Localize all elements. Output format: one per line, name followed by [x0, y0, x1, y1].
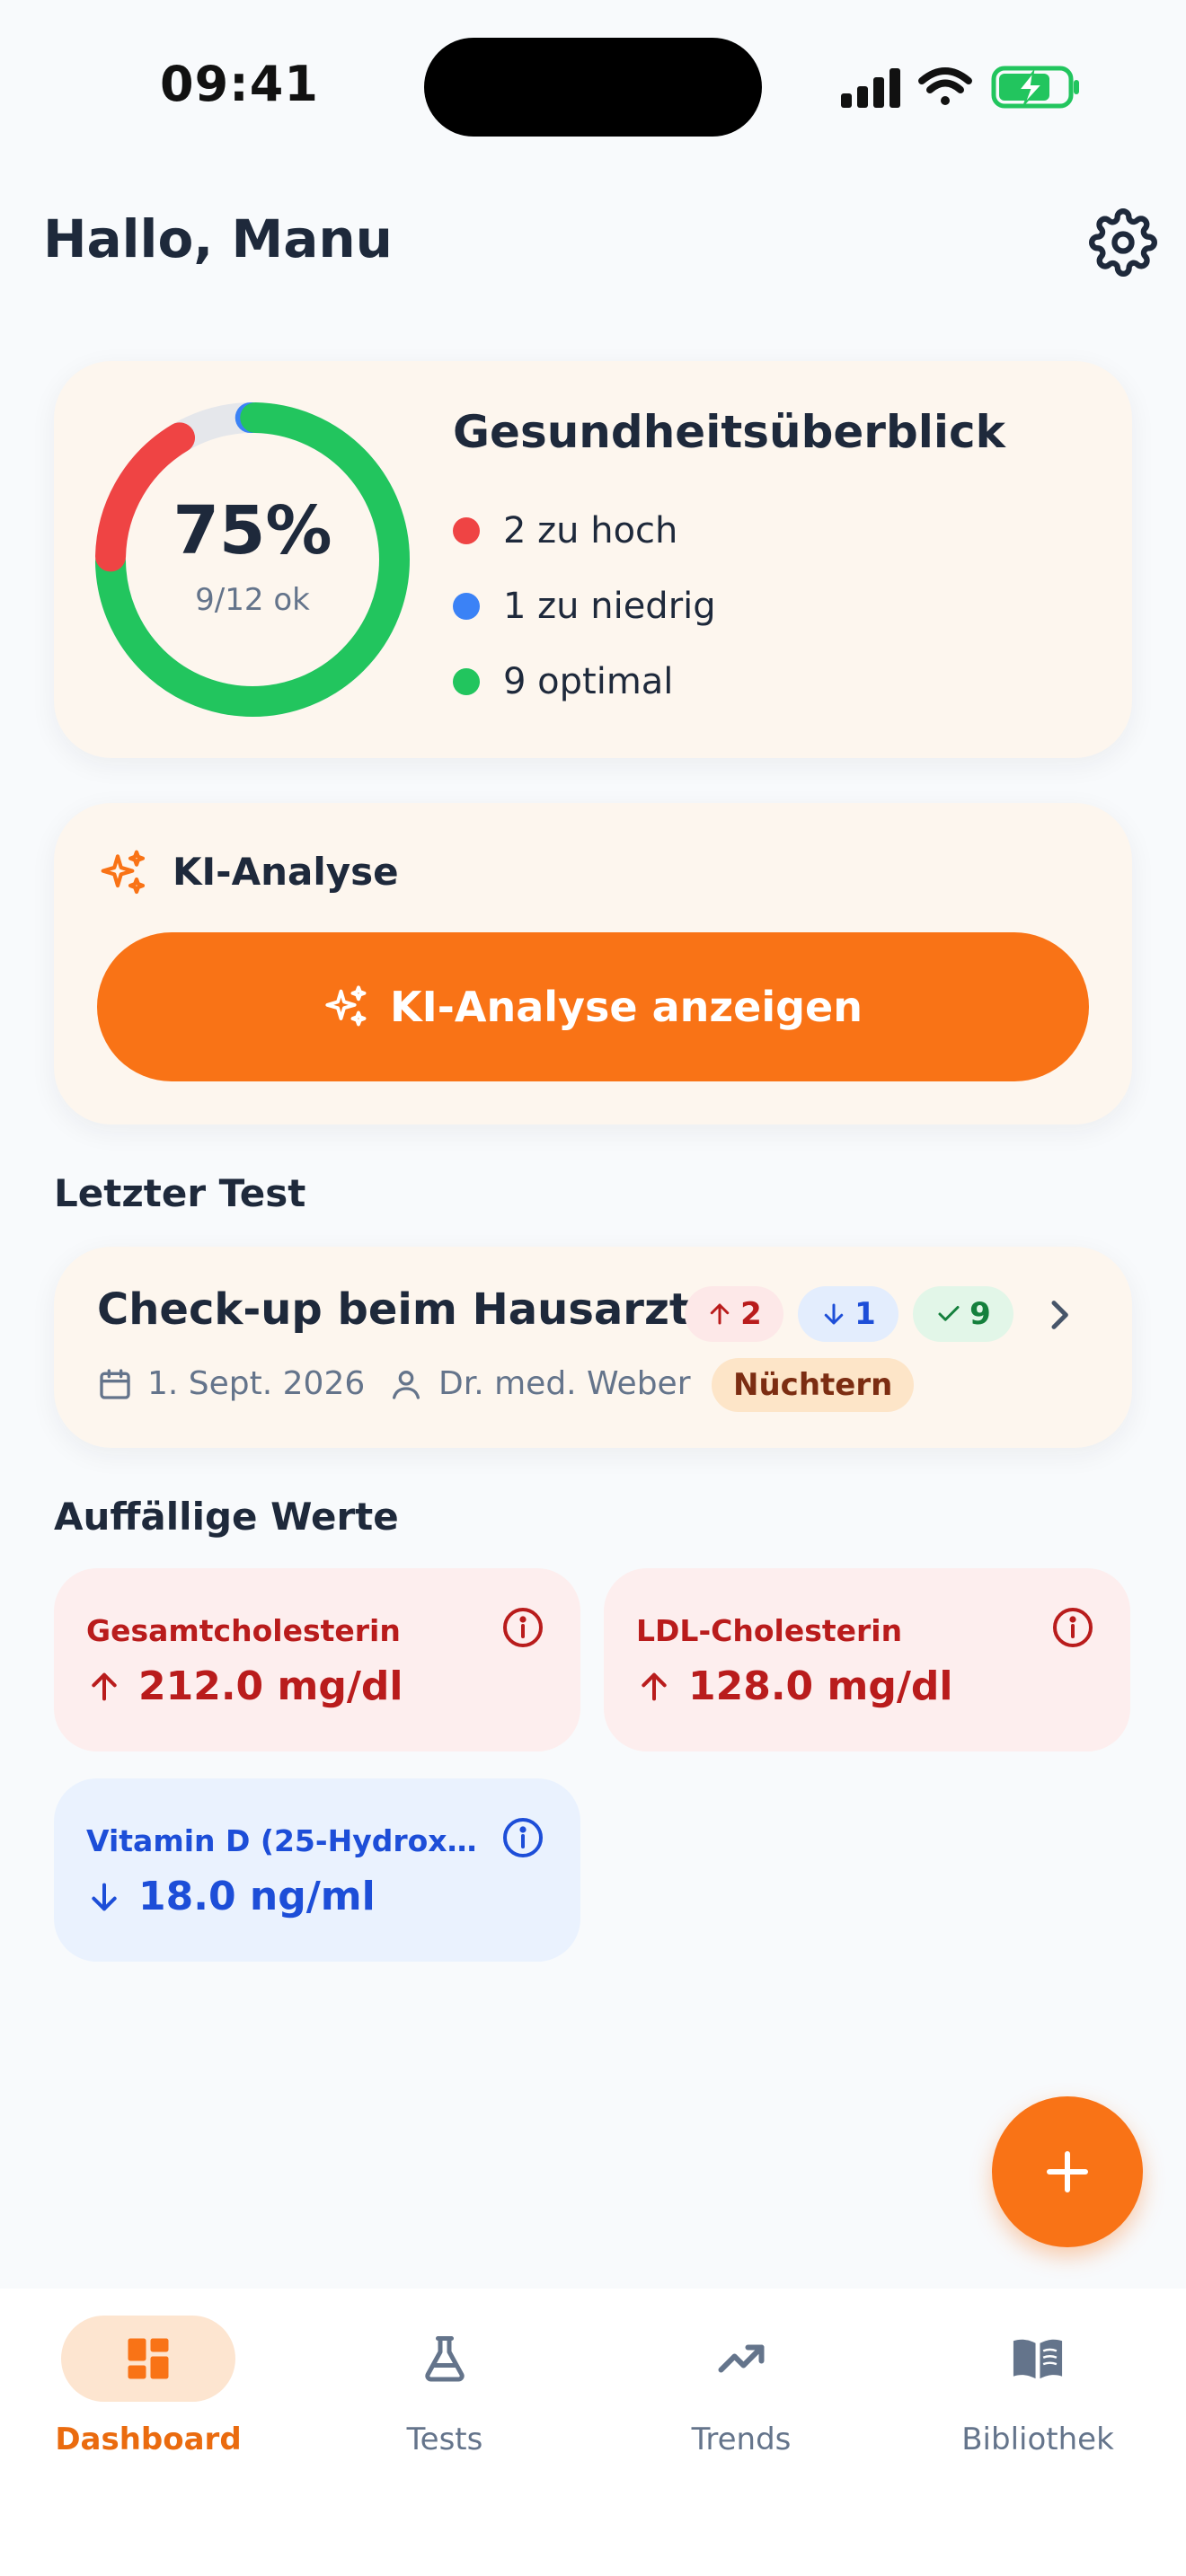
nav-pill	[951, 2316, 1125, 2402]
book-icon	[1013, 2339, 1063, 2379]
legend-label: 1 zu niedrig	[503, 586, 716, 627]
check-icon	[938, 1306, 960, 1321]
settings-button[interactable]	[1089, 208, 1157, 277]
dashboard-icon	[128, 2338, 169, 2379]
value-name: Gesamtcholesterin	[86, 1613, 401, 1648]
arrow-down-icon	[92, 1883, 117, 1910]
nav-pill	[61, 2316, 235, 2402]
value-amount: 18.0 ng/ml	[138, 1874, 376, 1919]
gear-icon	[1089, 208, 1157, 277]
fasting-badge: Nüchtern	[712, 1358, 915, 1412]
legend-item-optimal: 9 optimal	[453, 661, 673, 702]
add-test-button[interactable]	[992, 2096, 1143, 2247]
high-count-badge: 2	[685, 1286, 783, 1342]
flask-icon	[425, 2336, 465, 2382]
signal-icon	[841, 68, 900, 108]
nav-pill	[654, 2316, 828, 2402]
nav-label: Bibliothek	[961, 2422, 1114, 2457]
last-test-card[interactable]	[54, 1247, 1132, 1448]
nav-label: Tests	[406, 2422, 483, 2457]
dynamic-island	[424, 38, 762, 137]
nav-pill	[358, 2316, 532, 2402]
plus-icon	[1047, 2151, 1088, 2192]
health-ok-count: 9/12 ok	[195, 582, 310, 618]
chevron-right-icon[interactable]	[1040, 1297, 1076, 1333]
nav-label: Trends	[691, 2422, 792, 2457]
legend-label: 9 optimal	[503, 661, 674, 702]
arrow-up-icon	[710, 1303, 730, 1325]
optimal-dot	[453, 668, 480, 695]
status-time: 09:41	[160, 56, 319, 112]
value-reading: 18.0 ng/ml	[86, 1874, 376, 1919]
last-test-section-title: Letzter Test	[54, 1171, 306, 1215]
test-date: 1. Sept. 2026	[97, 1365, 365, 1402]
user-icon	[393, 1370, 420, 1399]
value-reading: 128.0 mg/dl	[636, 1663, 953, 1709]
optimal-count: 9	[969, 1296, 991, 1332]
arrow-up-icon	[92, 1672, 117, 1700]
nav-item-dashboard[interactable]: Dashboard	[0, 2316, 296, 2457]
overview-title: Gesundheitsüberblick	[453, 406, 1005, 458]
low-count-badge: 1	[798, 1286, 898, 1342]
arrow-down-icon	[824, 1303, 844, 1325]
value-name: Vitamin D (25-Hydroxycholecalciferol)	[86, 1823, 485, 1858]
nav-item-bibliothek[interactable]: Bibliothek	[890, 2316, 1186, 2457]
high-count: 2	[740, 1296, 762, 1332]
info-icon[interactable]	[1051, 1606, 1094, 1649]
info-icon[interactable]	[501, 1816, 544, 1859]
value-name: LDL-Cholesterin	[636, 1613, 903, 1648]
ki-button-label: KI-Analyse anzeigen	[390, 983, 863, 1031]
abnormal-value-card[interactable]	[54, 1778, 580, 1962]
abnormal-values-section-title: Auffällige Werte	[54, 1495, 399, 1539]
test-doctor: Dr. med. Weber	[388, 1365, 691, 1402]
wifi-icon	[918, 67, 972, 105]
sparkles-icon	[325, 985, 367, 1027]
show-ki-analysis-button[interactable]: KI-Analyse anzeigen	[97, 932, 1089, 1081]
greeting-title: Hallo, Manu	[43, 208, 393, 269]
low-count: 1	[854, 1296, 876, 1332]
high-dot	[453, 517, 480, 544]
legend-label: 2 zu hoch	[503, 510, 678, 551]
info-icon[interactable]	[501, 1606, 544, 1649]
test-date-label: 1. Sept. 2026	[147, 1365, 366, 1402]
abnormal-value-card[interactable]	[54, 1568, 580, 1751]
low-dot	[453, 593, 480, 620]
ki-analysis-title: KI-Analyse	[173, 850, 399, 894]
calendar-icon	[100, 1368, 130, 1399]
battery-icon	[991, 66, 1079, 109]
value-amount: 212.0 mg/dl	[138, 1663, 403, 1709]
health-percent: 75%	[173, 492, 332, 569]
value-reading: 212.0 mg/dl	[86, 1663, 403, 1709]
status-icons	[839, 63, 1082, 111]
test-title: Check-up beim Hausarzt	[97, 1284, 690, 1335]
nav-item-trends[interactable]: Trends	[593, 2316, 890, 2457]
optimal-count-badge: 9	[913, 1286, 1013, 1342]
legend-item-high: 2 zu hoch	[453, 510, 677, 551]
sparkles-icon	[101, 850, 146, 895]
trending-up-icon	[718, 2344, 765, 2373]
nav-label: Dashboard	[55, 2422, 242, 2457]
value-amount: 128.0 mg/dl	[688, 1663, 953, 1709]
test-doctor-label: Dr. med. Weber	[438, 1365, 691, 1402]
nav-item-tests[interactable]: Tests	[296, 2316, 593, 2457]
arrow-up-icon	[642, 1672, 667, 1700]
legend-item-low: 1 zu niedrig	[453, 586, 716, 627]
abnormal-value-card[interactable]	[604, 1568, 1130, 1751]
